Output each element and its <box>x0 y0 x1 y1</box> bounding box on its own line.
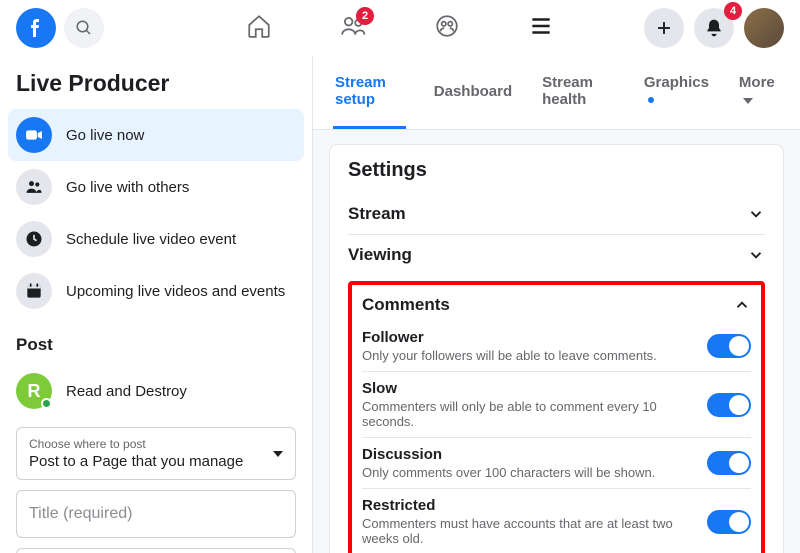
sidebar-item-schedule[interactable]: Schedule live video event <box>8 213 304 265</box>
post-heading: Post <box>8 317 304 365</box>
accordion-stream[interactable]: Stream <box>348 194 765 235</box>
content: Stream setup Dashboard Stream health Gra… <box>312 56 800 553</box>
notifications-badge: 4 <box>724 2 742 20</box>
nav-center: 2 <box>246 13 554 44</box>
sidebar-item-label: Schedule live video event <box>66 231 236 248</box>
camera-icon <box>16 117 52 153</box>
tab-more[interactable]: More <box>737 56 780 129</box>
accordion-viewing[interactable]: Viewing <box>348 235 765 275</box>
accordion-comments[interactable]: Comments <box>362 291 751 321</box>
top-bar: 2 4 <box>0 0 800 56</box>
account-avatar: R <box>16 373 52 409</box>
home-icon[interactable] <box>246 13 272 44</box>
account-selector[interactable]: R Read and Destroy <box>8 365 304 417</box>
toggle-restricted[interactable] <box>707 510 751 534</box>
option-restricted: Restricted Commenters must have accounts… <box>362 489 751 553</box>
toggle-discussion[interactable] <box>707 451 751 475</box>
tabs: Stream setup Dashboard Stream health Gra… <box>313 56 800 130</box>
tab-dashboard[interactable]: Dashboard <box>432 65 514 121</box>
search-button[interactable] <box>64 8 104 48</box>
tab-stream-setup[interactable]: Stream setup <box>333 56 406 129</box>
topbar-right: 4 <box>644 8 784 48</box>
option-discussion: Discussion Only comments over 100 charac… <box>362 438 751 489</box>
dot-icon <box>648 97 654 103</box>
create-button[interactable] <box>644 8 684 48</box>
select-label: Choose where to post <box>29 437 243 451</box>
account-name: Read and Destroy <box>66 383 187 400</box>
sidebar-item-label: Go live now <box>66 127 144 144</box>
option-follower: Follower Only your followers will be abl… <box>362 321 751 372</box>
caret-down-icon <box>273 451 283 457</box>
people-icon <box>16 169 52 205</box>
settings-heading: Settings <box>348 159 765 182</box>
chevron-down-icon <box>747 246 765 264</box>
sidebar-item-label: Upcoming live videos and events <box>66 283 285 300</box>
chevron-down-icon <box>747 205 765 223</box>
toggle-follower[interactable] <box>707 334 751 358</box>
sidebar-item-label: Go live with others <box>66 179 189 196</box>
title-placeholder: Title (required) <box>29 505 132 522</box>
main: Live Producer Go live now Go live with o… <box>0 56 800 553</box>
clock-icon <box>16 221 52 257</box>
caret-down-icon <box>743 98 753 104</box>
profile-avatar[interactable] <box>744 8 784 48</box>
calendar-icon <box>16 273 52 309</box>
post-destination-select[interactable]: Choose where to post Post to a Page that… <box>16 427 296 480</box>
friends-icon[interactable]: 2 <box>340 13 366 44</box>
comments-section-highlight: Comments Follower Only your followers wi… <box>348 281 765 553</box>
sidebar-item-go-live-now[interactable]: Go live now <box>8 109 304 161</box>
sidebar-item-go-live-others[interactable]: Go live with others <box>8 161 304 213</box>
menu-icon[interactable] <box>528 13 554 44</box>
title-input[interactable]: Title (required) <box>16 490 296 538</box>
tab-stream-health[interactable]: Stream health <box>540 56 616 129</box>
online-dot-icon <box>41 398 52 409</box>
sidebar-item-upcoming[interactable]: Upcoming live videos and events <box>8 265 304 317</box>
chevron-up-icon <box>733 296 751 314</box>
settings-card: Settings Stream Viewing Comments Followe… <box>329 144 784 553</box>
sidebar: Live Producer Go live now Go live with o… <box>0 56 312 553</box>
page-title: Live Producer <box>8 66 304 109</box>
select-value: Post to a Page that you manage <box>29 453 243 470</box>
tab-graphics[interactable]: Graphics <box>642 56 711 129</box>
description-input[interactable]: Say something about this live video... <box>16 548 296 553</box>
facebook-logo[interactable] <box>16 8 56 48</box>
toggle-slow[interactable] <box>707 393 751 417</box>
option-slow: Slow Commenters will only be able to com… <box>362 372 751 438</box>
groups-icon[interactable] <box>434 13 460 44</box>
friends-badge: 2 <box>356 7 374 25</box>
notifications-button[interactable]: 4 <box>694 8 734 48</box>
